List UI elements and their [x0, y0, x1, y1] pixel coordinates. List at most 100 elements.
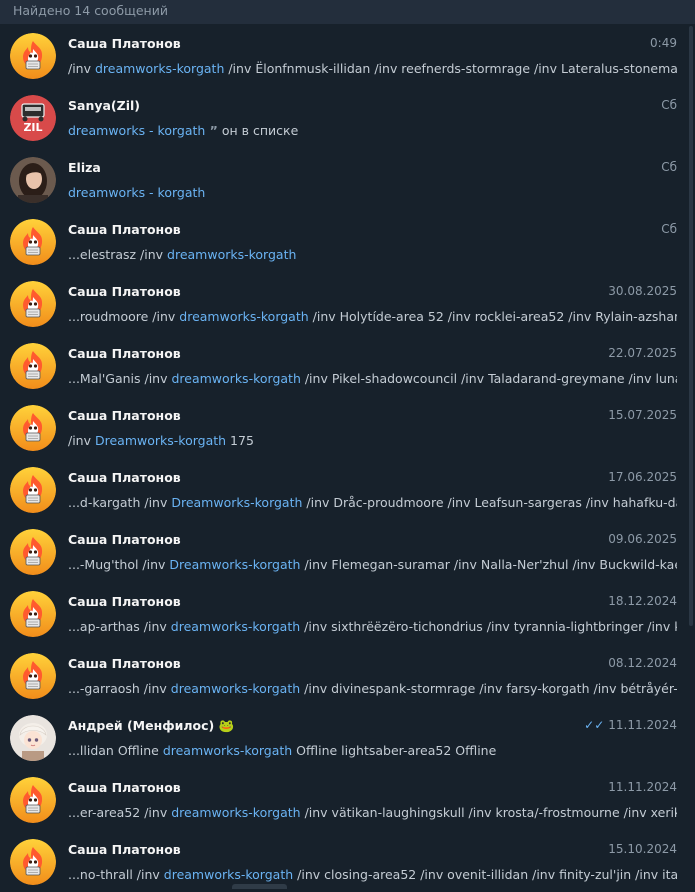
- search-result-item[interactable]: Саша Платонов 0:49/inv dreamworks-korgath…: [0, 24, 695, 86]
- avatar: [10, 219, 56, 265]
- avatar: [10, 33, 56, 79]
- avatar: [10, 839, 56, 885]
- avatar: [10, 715, 56, 761]
- search-result-item[interactable]: Саша Платонов 18.12.2024 ...ap-arthas /inv…: [0, 582, 695, 644]
- preview-prefix: ...-garraosh /inv: [68, 681, 171, 696]
- search-result-item[interactable]: Саша Платонов 30.08.2025 ...roudmoore /inv…: [0, 272, 695, 334]
- search-result-item[interactable]: Саша Платонов 15.10.2024 ...no-thrall /inv…: [0, 830, 695, 892]
- message-preview: ...d-kargath /inv Dreamworks-korgath /in…: [68, 495, 677, 510]
- message-preview: ...elestrasz /inv dreamworks-korgath: [68, 247, 677, 262]
- date-text: 11.11.2024: [608, 718, 677, 732]
- date-text: Сб: [661, 98, 677, 112]
- preview-prefix: ...llidan Offline: [68, 743, 163, 758]
- date-text: 17.06.2025: [608, 470, 677, 484]
- message-preview: dreamworks - korgath: [68, 185, 677, 200]
- search-result-item[interactable]: Eliza Сб dreamworks - korgath: [0, 148, 695, 210]
- preview-prefix: /inv: [68, 61, 95, 76]
- preview-suffix: /inv closing-area52 /inv ovenit-illidan …: [293, 867, 677, 882]
- sender-name: Саша Платонов: [68, 842, 181, 857]
- avatar: [10, 281, 56, 327]
- message-date: 30.08.2025: [608, 284, 677, 298]
- search-match-highlight: dreamworks - korgath: [68, 185, 206, 200]
- preview-prefix: ...Mal'Ganis /inv: [68, 371, 172, 386]
- search-match-highlight: dreamworks-korgath: [162, 743, 293, 758]
- date-text: Сб: [661, 222, 677, 236]
- search-match-highlight: Dreamworks-korgath: [169, 557, 301, 572]
- sender-name: Саша Платонов: [68, 222, 181, 237]
- message-preview: /inv Dreamworks-korgath 175: [68, 433, 677, 448]
- sender-name: Sanya(Zil): [68, 98, 140, 113]
- message-date: 15.07.2025: [608, 408, 677, 422]
- search-results-list: Саша Платонов 0:49/inv dreamworks-korgath…: [0, 24, 695, 892]
- date-text: 22.07.2025: [608, 346, 677, 360]
- search-match-highlight: dreamworks-korgath: [167, 247, 297, 262]
- sender-name: Саша Платонов: [68, 346, 181, 361]
- sender-name: Саша Платонов: [68, 656, 181, 671]
- search-result-item[interactable]: Саша Платонов 08.12.2024 ...-garraosh /inv…: [0, 644, 695, 706]
- search-match-highlight: dreamworks-korgath: [171, 805, 301, 820]
- search-match-highlight: dreamworks-korgath: [94, 61, 225, 76]
- preview-prefix: ...roudmoore /inv: [68, 309, 180, 324]
- date-text: 11.11.2024: [608, 780, 677, 794]
- date-text: 09.06.2025: [608, 532, 677, 546]
- search-result-item[interactable]: Саша Платонов 17.06.2025 ...d-kargath /inv…: [0, 458, 695, 520]
- message-date: 09.06.2025: [608, 532, 677, 546]
- avatar: [10, 529, 56, 575]
- preview-suffix: он в списке: [217, 123, 299, 138]
- preview-prefix: /inv: [68, 433, 95, 448]
- sender-name: Саша Платонов: [68, 284, 181, 299]
- svg-text:ZIL: ZIL: [23, 121, 42, 134]
- search-result-item[interactable]: Саша Платонов Сб ...elestrasz /inv dreamwo…: [0, 210, 695, 272]
- message-preview: ...no-thrall /inv dreamworks-korgath /in…: [68, 867, 677, 882]
- search-result-item[interactable]: Саша Платонов 11.11.2024 ...er-area52 /inv…: [0, 768, 695, 830]
- avatar: ZIL: [10, 95, 56, 141]
- sender-name: Саша Платонов: [68, 594, 181, 609]
- preview-prefix: ...d-kargath /inv: [68, 495, 172, 510]
- message-preview: ...er-area52 /inv dreamworks-korgath /in…: [68, 805, 677, 820]
- date-text: 15.10.2024: [608, 842, 677, 856]
- message-preview: ...llidan Offline dreamworks-korgath Off…: [68, 743, 677, 758]
- sender-name: Саша Платонов: [68, 780, 181, 795]
- sender-name: Eliza: [68, 160, 101, 175]
- scrollbar[interactable]: [689, 26, 693, 626]
- avatar: [10, 777, 56, 823]
- quote-icon: ”: [205, 123, 218, 138]
- scroll-down-handle[interactable]: [232, 884, 287, 889]
- sender-name: Саша Платонов: [68, 532, 181, 547]
- results-count: Найдено 14 сообщений: [13, 3, 168, 18]
- read-checks-icon: ✓✓: [584, 718, 605, 732]
- message-preview: ...roudmoore /inv dreamworks-korgath /in…: [68, 309, 677, 324]
- preview-suffix: /inv Dråc-proudmoore /inv Leafsun-sarger…: [302, 495, 677, 510]
- message-date: 18.12.2024: [608, 594, 677, 608]
- message-preview: ...ap-arthas /inv dreamworks-korgath /in…: [68, 619, 677, 634]
- preview-suffix: /inv Holytíde-area 52 /inv rocklei-area5…: [308, 309, 677, 324]
- avatar: [10, 591, 56, 637]
- search-match-highlight: dreamworks-korgath: [171, 371, 301, 386]
- preview-prefix: ...er-area52 /inv: [68, 805, 172, 820]
- date-text: 30.08.2025: [608, 284, 677, 298]
- search-match-highlight: dreamworks - korgath: [68, 123, 206, 138]
- preview-suffix: /inv Pikel-shadowcouncil /inv Taladarand…: [300, 371, 677, 386]
- avatar: [10, 343, 56, 389]
- search-match-highlight: Dreamworks-korgath: [171, 495, 303, 510]
- message-date: 22.07.2025: [608, 346, 677, 360]
- search-match-highlight: dreamworks-korgath: [163, 867, 294, 882]
- date-text: 0:49: [650, 36, 677, 50]
- sender-name: Андрей (Менфилос) 🐸: [68, 718, 235, 733]
- search-result-item[interactable]: Саша Платонов 15.07.2025/inv Dreamworks-k…: [0, 396, 695, 458]
- search-result-item[interactable]: Саша Платонов 22.07.2025 ...Mal'Ganis /inv…: [0, 334, 695, 396]
- search-result-item[interactable]: Саша Платонов 09.06.2025 ...-Mug'thol /inv…: [0, 520, 695, 582]
- avatar: [10, 405, 56, 451]
- message-preview: /inv dreamworks-korgath /inv Ëlonfnmusk-…: [68, 61, 677, 76]
- search-result-item[interactable]: ZIL Sanya(Zil) Сб dreamworks - korgath ” он…: [0, 86, 695, 148]
- message-date: Сб: [661, 160, 677, 174]
- preview-suffix: /inv divinespank-stormrage /inv farsy-ko…: [300, 681, 677, 696]
- search-match-highlight: Dreamworks-korgath: [94, 433, 227, 448]
- preview-suffix: Offline lightsaber-area52 Offline: [292, 743, 497, 758]
- message-date: Сб: [661, 222, 677, 236]
- search-result-item[interactable]: Андрей (Менфилос) 🐸 ✓✓ 11.11.2024 ...llidan…: [0, 706, 695, 768]
- message-date: Сб: [661, 98, 677, 112]
- message-date: 15.10.2024: [608, 842, 677, 856]
- sender-name: Саша Платонов: [68, 36, 181, 51]
- sender-name: Саша Платонов: [68, 408, 181, 423]
